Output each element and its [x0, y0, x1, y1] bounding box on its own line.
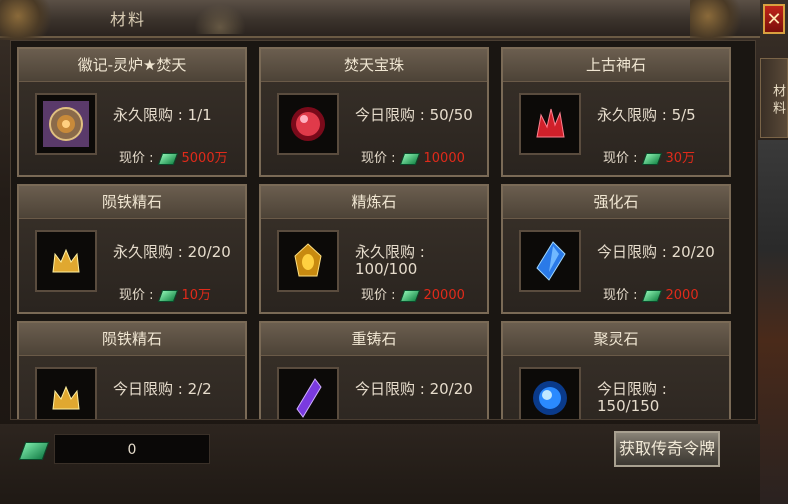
purchase-limit: 永久限购 : 5/5	[597, 106, 696, 124]
price-label: 现价 :	[361, 288, 396, 303]
item-name: 强化石	[503, 186, 729, 219]
currency-gem-icon	[399, 152, 420, 165]
purchase-limit: 今日限购 : 20/20	[597, 243, 715, 261]
store-window: 材料 ✕ 材料 ooooo 徽记-灵炉★焚天 永久限购 : 1/1 现价 :50…	[0, 0, 788, 504]
price-label: 现价 :	[119, 288, 154, 303]
emblem-icon	[43, 101, 89, 147]
amber-stone-icon	[294, 243, 322, 277]
price-row: 现价 : 10000	[361, 147, 465, 166]
currency-gem-icon	[157, 152, 178, 165]
item-name: 上古神石	[503, 49, 729, 82]
item-name: 陨铁精石	[19, 323, 245, 356]
side-ornament	[758, 140, 788, 504]
item-card[interactable]: 徽记-灵炉★焚天 永久限购 : 1/1 现价 : 5000万	[17, 47, 247, 177]
price-row: 现价 : 10万	[119, 284, 211, 303]
price-label: 现价 :	[603, 288, 638, 303]
dragon-corner-right-icon	[690, 0, 750, 40]
item-name: 焚天宝珠	[261, 49, 487, 82]
item-slot[interactable]	[519, 367, 581, 419]
blue-sphere-icon	[533, 381, 567, 415]
price-row: 现价 : 2000	[603, 284, 699, 303]
purchase-limit: 永久限购 : 100/100	[355, 243, 425, 278]
token-count: 0	[54, 434, 210, 464]
price-row: 现价 : 30万	[603, 147, 695, 166]
currency-gem-icon	[399, 289, 420, 302]
item-slot[interactable]	[35, 367, 97, 419]
price-value: 20000	[423, 288, 465, 303]
item-slot[interactable]	[277, 367, 339, 419]
currency-gem-icon	[157, 289, 178, 302]
item-grid: ooooo 徽记-灵炉★焚天 永久限购 : 1/1 现价 :5000万 焚天宝珠	[10, 40, 756, 420]
red-orb-icon	[291, 107, 325, 141]
item-name: 聚灵石	[503, 323, 729, 356]
item-slot[interactable]	[277, 93, 339, 155]
price-value: 10000	[423, 151, 465, 166]
item-slot[interactable]	[35, 230, 97, 292]
purchase-limit: 今日限购 : 2/2	[113, 380, 212, 398]
item-name: 重铸石	[261, 323, 487, 356]
item-card[interactable]: 强化石 今日限购 : 20/20 现价 : 2000	[501, 184, 731, 314]
item-slot[interactable]	[519, 230, 581, 292]
window-title: 材料	[110, 10, 147, 29]
item-card[interactable]: 聚灵石 今日限购 : 150/150	[501, 321, 731, 419]
item-card[interactable]: 重铸石 今日限购 : 20/20	[259, 321, 489, 419]
item-card[interactable]: 焚天宝珠 今日限购 : 50/50 现价 : 10000	[259, 47, 489, 177]
blue-crystal-icon	[536, 241, 566, 281]
price-value: 2000	[665, 288, 699, 303]
price-row: 现价 : 5000万	[119, 147, 228, 166]
purple-shard-icon	[296, 378, 322, 418]
item-slot[interactable]	[519, 93, 581, 155]
gold-crown-icon	[52, 248, 80, 273]
purchase-limit: 永久限购 : 1/1	[113, 106, 212, 124]
item-card[interactable]: 陨铁精石 永久限购 : 20/20 现价 : 10万	[17, 184, 247, 314]
get-legend-token-button[interactable]: 获取传奇令牌	[614, 431, 720, 467]
price-row: 现价 : 20000	[361, 284, 465, 303]
item-card[interactable]: 陨铁精石 今日限购 : 2/2	[17, 321, 247, 419]
price-label: 现价 :	[603, 151, 638, 166]
currency-gem-icon	[641, 289, 662, 302]
price-value: 30万	[665, 151, 696, 166]
close-button[interactable]: ✕	[763, 4, 785, 34]
gold-crown-icon	[52, 385, 80, 410]
item-card[interactable]: 上古神石 永久限购 : 5/5 现价 : 30万	[501, 47, 731, 177]
title-bar: 材料	[0, 0, 760, 40]
currency-gem-icon	[641, 152, 662, 165]
item-slot[interactable]	[35, 93, 97, 155]
item-name: 精炼石	[261, 186, 487, 219]
purchase-limit: 今日限购 : 50/50	[355, 106, 473, 124]
purchase-limit: 今日限购 : 150/150	[597, 380, 667, 415]
item-name: 徽记-灵炉★焚天	[19, 49, 245, 82]
item-slot[interactable]	[277, 230, 339, 292]
price-label: 现价 :	[119, 151, 154, 166]
red-crystal-icon	[536, 108, 565, 138]
dragon-corner-left-icon	[0, 0, 60, 40]
item-name: 陨铁精石	[19, 186, 245, 219]
price-value: 10万	[181, 288, 212, 303]
ornament-swirl-icon	[190, 0, 250, 34]
price-value: 5000万	[181, 151, 228, 166]
item-card[interactable]: 精炼石 永久限购 : 100/100 现价 : 20000	[259, 184, 489, 314]
tab-materials[interactable]: 材料	[760, 58, 788, 138]
price-label: 现价 :	[361, 151, 396, 166]
purchase-limit: 永久限购 : 20/20	[113, 243, 231, 261]
purchase-limit: 今日限购 : 20/20	[355, 380, 473, 398]
